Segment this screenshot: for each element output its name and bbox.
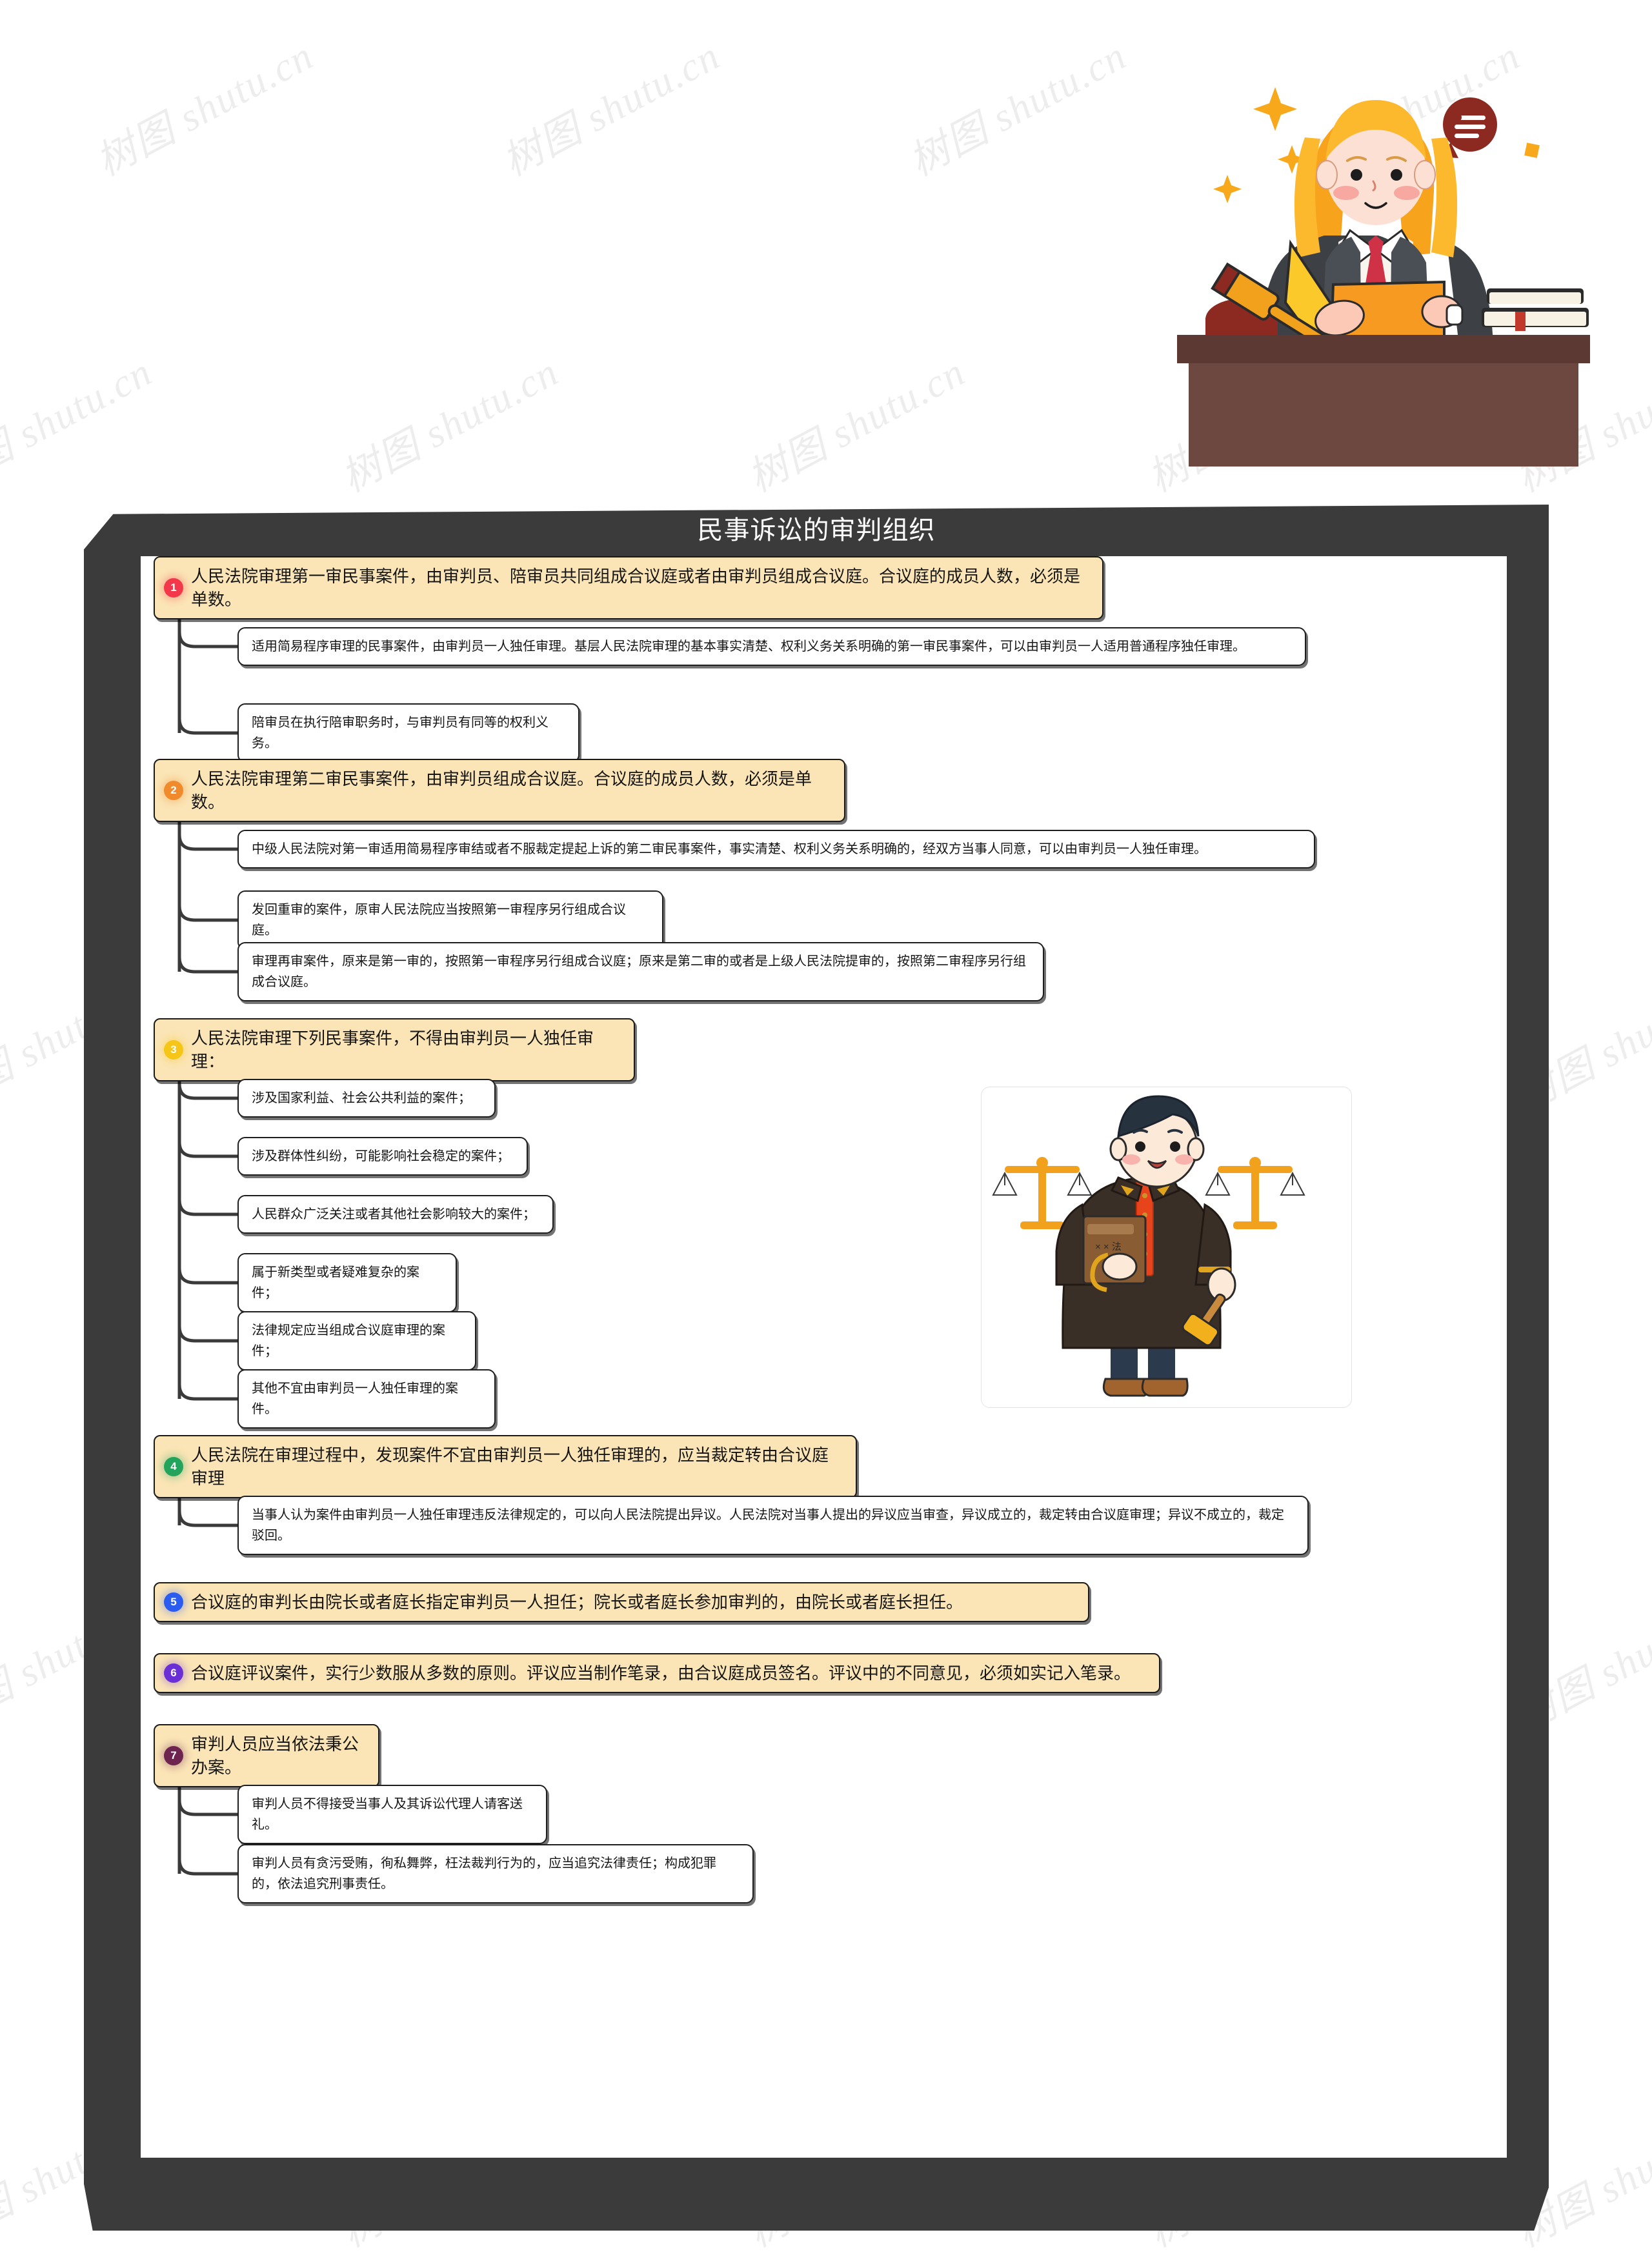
node-label: 涉及群体性纠纷，可能影响社会稳定的案件； [252,1149,510,1163]
mindmap-node-level2-1-2[interactable]: 陪审员在执行陪审职务时，与审判员有同等的权利义务。 [237,703,579,763]
node-label: 法律规定应当组成合议庭审理的案件； [252,1323,445,1358]
node-label: 人民法院审理第二审民事案件，由审判员组成合议庭。合议庭的成员人数，必须是单数。 [191,769,812,812]
node-label: 审判人员应当依法秉公办案。 [191,1734,359,1777]
node-number-badge: 4 [164,1457,183,1476]
mindmap-node-level1-6[interactable]: 6 合议庭评议案件，实行少数服从多数的原则。评议应当制作笔录，由合议庭成员签名。评… [154,1653,1160,1693]
node-label: 审理再审案件，原来是第一审的，按照第一审程序另行组成合议庭；原来是第二审的或者是… [252,954,1026,989]
mindmap-node-level2-4-1[interactable]: 当事人认为案件由审判员一人独任审理违反法律规定的，可以向人民法院提出异议。人民法… [237,1496,1309,1555]
mindmap-node-level2-7-1[interactable]: 审判人员不得接受当事人及其诉讼代理人请客送礼。 [237,1785,547,1844]
mindmap-node-level1-4[interactable]: 4 人民法院在审理过程中，发现案件不宜由审判员一人独任审理的，应当裁定转由合议庭审… [154,1435,857,1498]
node-label: 涉及国家利益、社会公共利益的案件； [252,1091,471,1105]
mindmap-node-level1-7[interactable]: 7 审判人员应当依法秉公办案。 [154,1724,379,1787]
mindmap-node-level2-3-5[interactable]: 法律规定应当组成合议庭审理的案件； [237,1311,476,1370]
node-label: 合议庭的审判长由院长或者庭长指定审判员一人担任；院长或者庭长参加审判的，由院长或… [191,1592,963,1612]
node-number-badge: 3 [164,1040,183,1059]
mindmap-node-level2-3-1[interactable]: 涉及国家利益、社会公共利益的案件； [237,1079,496,1118]
node-label: 审判人员不得接受当事人及其诉讼代理人请客送礼。 [252,1797,523,1832]
node-number-badge: 2 [164,781,183,800]
mindmap-node-level2-3-4[interactable]: 属于新类型或者疑难复杂的案件； [237,1253,457,1312]
mindmap-node-level2-3-3[interactable]: 人民群众广泛关注或者其他社会影响较大的案件； [237,1195,554,1234]
svg-text:× × 法: × × 法 [1095,1241,1122,1252]
mindmap-node-level2-2-2[interactable]: 发回重审的案件，原审人民法院应当按照第一审程序另行组成合议庭。 [237,890,663,950]
watermark: 树图 shutu.cn [334,350,566,501]
mindmap-node-level1-1[interactable]: 1 人民法院审理第一审民事案件，由审判员、陪审员共同组成合议庭或者由审判员组成合议… [154,556,1103,619]
node-label: 中级人民法院对第一审适用简易程序审结或者不服裁定提起上诉的第二审民事案件，事实清… [252,842,1207,856]
node-label: 人民法院审理下列民事案件，不得由审判员一人独任审理： [191,1029,594,1071]
node-label: 适用简易程序审理的民事案件，由审判员一人独任审理。基层人民法院审理的基本事实清楚… [252,639,1245,654]
node-label: 属于新类型或者疑难复杂的案件； [252,1265,419,1300]
node-number-badge: 1 [164,578,183,597]
mindmap-node-level2-2-3[interactable]: 审理再审案件，原来是第一审的，按照第一审程序另行组成合议庭；原来是第二审的或者是… [237,942,1044,1001]
female-judge-at-bench-illustration [1177,48,1590,513]
mindmap-node-level2-7-2[interactable]: 审判人员有贪污受贿，徇私舞弊，枉法裁判行为的，应当追究法律责任；构成犯罪的，依法… [237,1844,754,1903]
watermark: 树图 shutu.cn [496,34,727,185]
node-label: 人民群众广泛关注或者其他社会影响较大的案件； [252,1207,536,1221]
mindmap-node-level1-2[interactable]: 2 人民法院审理第二审民事案件，由审判员组成合议庭。合议庭的成员人数，必须是单数。 [154,759,845,822]
node-label: 人民法院审理第一审民事案件，由审判员、陪审员共同组成合议庭或者由审判员组成合议庭… [191,567,1081,609]
node-label: 人民法院在审理过程中，发现案件不宜由审判员一人独任审理的，应当裁定转由合议庭审理 [191,1445,829,1488]
mindmap-node-level1-3[interactable]: 3 人民法院审理下列民事案件，不得由审判员一人独任审理： [154,1018,635,1081]
node-number-badge: 5 [164,1592,183,1612]
watermark: 树图 shutu.cn [89,34,321,185]
mindmap-content: 1 人民法院审理第一审民事案件，由审判员、陪审员共同组成合议庭或者由审判员组成合议… [141,556,1507,2158]
mindmap-node-level2-1-1[interactable]: 适用简易程序审理的民事案件，由审判员一人独任审理。基层人民法院审理的基本事实清楚… [237,627,1306,666]
node-number-badge: 6 [164,1663,183,1683]
node-number-badge: 7 [164,1746,183,1765]
mindmap-node-level2-2-1[interactable]: 中级人民法院对第一审适用简易程序审结或者不服裁定提起上诉的第二审民事案件，事实清… [237,830,1315,868]
node-label: 发回重审的案件，原审人民法院应当按照第一审程序另行组成合议庭。 [252,903,626,938]
node-label: 其他不宜由审判员一人独任审理的案件。 [252,1381,458,1416]
mindmap-node-level2-3-6[interactable]: 其他不宜由审判员一人独任审理的案件。 [237,1369,496,1429]
watermark: 树图 shutu.cn [741,350,972,501]
node-label: 当事人认为案件由审判员一人独任审理违反法律规定的，可以向人民法院提出异议。人民法… [252,1508,1284,1543]
watermark: 树图 shutu.cn [902,34,1134,185]
node-label: 审判人员有贪污受贿，徇私舞弊，枉法裁判行为的，应当追究法律责任；构成犯罪的，依法… [252,1856,716,1891]
node-label: 陪审员在执行陪审职务时，与审判员有同等的权利义务。 [252,716,549,750]
node-label: 合议庭评议案件，实行少数服从多数的原则。评议应当制作笔录，由合议庭成员签名。评议… [191,1663,1131,1683]
watermark: 树图 shutu.cn [0,350,159,501]
mindmap-node-level2-3-2[interactable]: 涉及群体性纠纷，可能影响社会稳定的案件； [237,1137,528,1176]
male-judge-with-scales-illustration: × × 法 [981,1087,1352,1408]
page-title: 民事诉讼的审判组织 [697,516,936,545]
mindmap-node-level1-5[interactable]: 5 合议庭的审判长由院长或者庭长指定审判员一人担任；院长或者庭长参加审判的，由院长… [154,1582,1089,1622]
